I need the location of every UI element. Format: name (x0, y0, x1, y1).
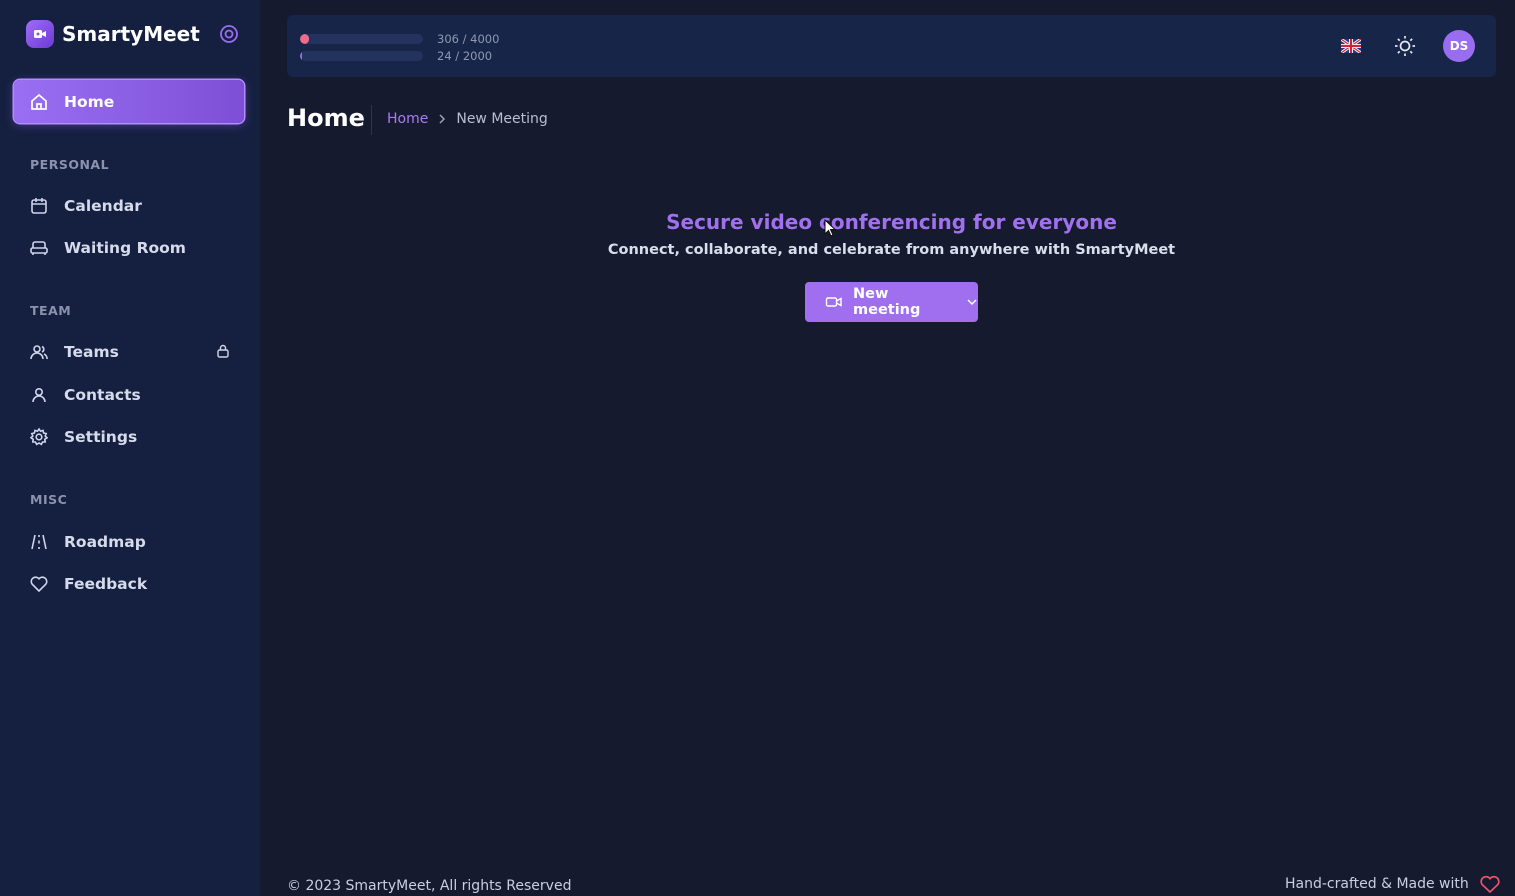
sidebar-item-feedback[interactable]: Feedback (14, 562, 244, 605)
new-meeting-button[interactable]: New meeting (805, 282, 978, 322)
lock-icon (216, 343, 230, 363)
home-icon (28, 91, 50, 113)
usage-bar-1 (300, 34, 423, 44)
sidebar-item-label: Settings (64, 427, 138, 446)
footer-credit: Hand-crafted & Made with (1285, 874, 1501, 894)
brand[interactable]: SmartyMeet (26, 20, 200, 48)
sidebar-item-home[interactable]: Home (14, 80, 244, 123)
avatar[interactable]: DS (1443, 30, 1475, 62)
heart-icon (28, 573, 50, 595)
sidebar-item-label: Home (64, 92, 115, 111)
sun-icon[interactable] (1390, 31, 1420, 61)
usage-fill-1 (300, 34, 310, 44)
sidebar: SmartyMeet Home PERSONAL Calendar Waitin… (0, 0, 260, 896)
page-title: Home (287, 104, 365, 132)
sidebar-item-label: Teams (64, 342, 119, 361)
section-personal: PERSONAL (30, 157, 110, 172)
new-meeting-label: New meeting (853, 286, 921, 318)
heart-icon (1479, 874, 1501, 894)
logo-icon (26, 20, 54, 48)
usage-bar-2 (300, 51, 423, 61)
section-team: TEAM (30, 303, 72, 318)
mouse-cursor-icon (824, 218, 837, 241)
hero-title: Secure video conferencing for everyone (666, 210, 1117, 234)
chevron-down-icon (966, 298, 978, 306)
sidebar-toggle-icon[interactable] (219, 24, 239, 44)
app-name: SmartyMeet (62, 22, 200, 46)
usage-text-2: 24 / 2000 (437, 49, 493, 63)
usage-meter-1: 306 / 4000 (300, 32, 499, 46)
sidebar-item-label: Contacts (64, 385, 141, 404)
breadcrumb-current: New Meeting (456, 111, 548, 127)
usage-meter-2: 24 / 2000 (300, 49, 492, 63)
footer-made-with: Hand-crafted & Made with (1285, 876, 1469, 892)
chevron-right-icon (438, 114, 446, 124)
video-camera-icon (825, 295, 843, 309)
usage-fill-2 (300, 51, 302, 61)
breadcrumb: Home New Meeting (387, 111, 548, 127)
title-divider (371, 105, 372, 135)
top-bar: 306 / 4000 24 / 2000 DS (287, 15, 1496, 77)
users-icon (28, 341, 50, 363)
sidebar-item-contacts[interactable]: Contacts (14, 373, 244, 416)
sidebar-item-settings[interactable]: Settings (14, 415, 244, 458)
sidebar-item-teams[interactable]: Teams (14, 330, 244, 373)
footer-copyright: © 2023 SmartyMeet, All rights Reserved (287, 878, 572, 894)
gear-icon (28, 426, 50, 448)
uk-flag-icon[interactable] (1336, 31, 1366, 61)
usage-text-1: 306 / 4000 (437, 32, 500, 46)
sidebar-item-label: Feedback (64, 574, 148, 593)
user-icon (28, 384, 50, 406)
breadcrumb-home-link[interactable]: Home (387, 111, 428, 127)
section-misc: MISC (30, 492, 68, 507)
sidebar-item-roadmap[interactable]: Roadmap (14, 520, 244, 563)
road-icon (28, 531, 50, 553)
hero-subtitle: Connect, collaborate, and celebrate from… (607, 242, 1176, 258)
sidebar-item-label: Roadmap (64, 532, 146, 551)
